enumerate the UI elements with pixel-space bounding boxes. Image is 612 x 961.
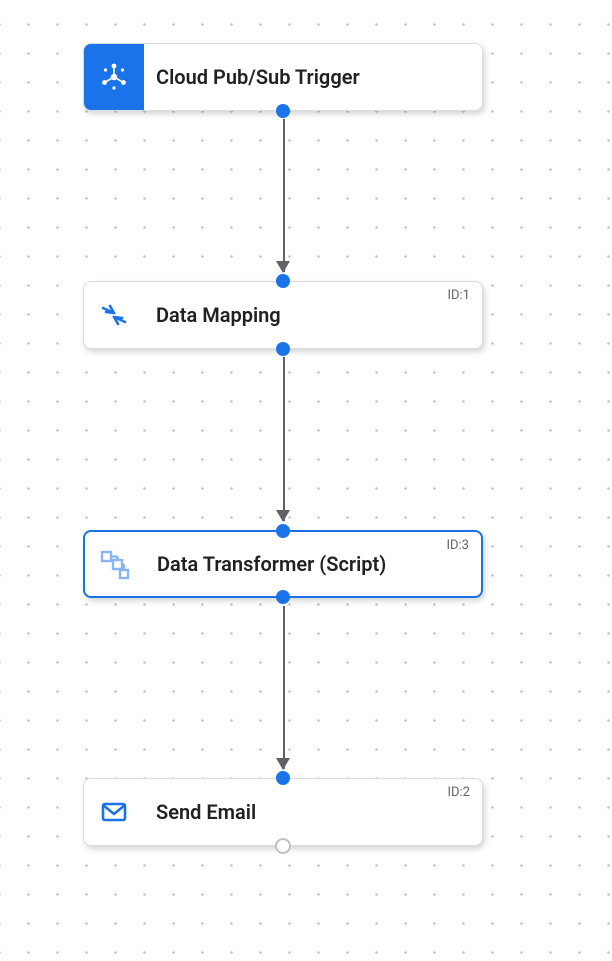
node-data-mapping[interactable]: Data Mapping ID:1 [83, 281, 483, 349]
output-port[interactable] [276, 104, 290, 118]
data-transformer-icon [85, 532, 145, 596]
arrowhead-icon [276, 261, 290, 273]
edge-transformer-to-sendemail [283, 606, 285, 769]
node-data-transformer[interactable]: Data Transformer (Script) ID:3 [83, 530, 483, 598]
node-id-badge: ID:2 [447, 785, 470, 800]
node-pubsub-trigger[interactable]: Cloud Pub/Sub Trigger [83, 43, 483, 111]
pubsub-icon [84, 44, 144, 110]
data-mapping-icon [84, 282, 144, 348]
node-label: Data Mapping [156, 303, 281, 327]
edge-mapping-to-transformer [283, 357, 285, 521]
input-port[interactable] [276, 524, 290, 538]
node-label: Send Email [156, 800, 256, 824]
node-id-badge: ID:1 [447, 288, 470, 303]
node-label: Data Transformer (Script) [157, 552, 386, 576]
flow-canvas[interactable]: Cloud Pub/Sub Trigger Data Mapping ID:1 [0, 0, 612, 961]
arrowhead-icon [276, 510, 290, 522]
arrowhead-icon [276, 758, 290, 770]
node-send-email[interactable]: Send Email ID:2 [83, 778, 483, 846]
input-port[interactable] [276, 771, 290, 785]
node-label: Cloud Pub/Sub Trigger [156, 65, 360, 89]
send-email-icon [84, 779, 144, 845]
edge-trigger-to-mapping [283, 119, 285, 272]
output-port[interactable] [275, 838, 291, 854]
output-port[interactable] [276, 590, 290, 604]
node-id-badge: ID:3 [446, 538, 469, 553]
output-port[interactable] [276, 342, 290, 356]
input-port[interactable] [276, 274, 290, 288]
